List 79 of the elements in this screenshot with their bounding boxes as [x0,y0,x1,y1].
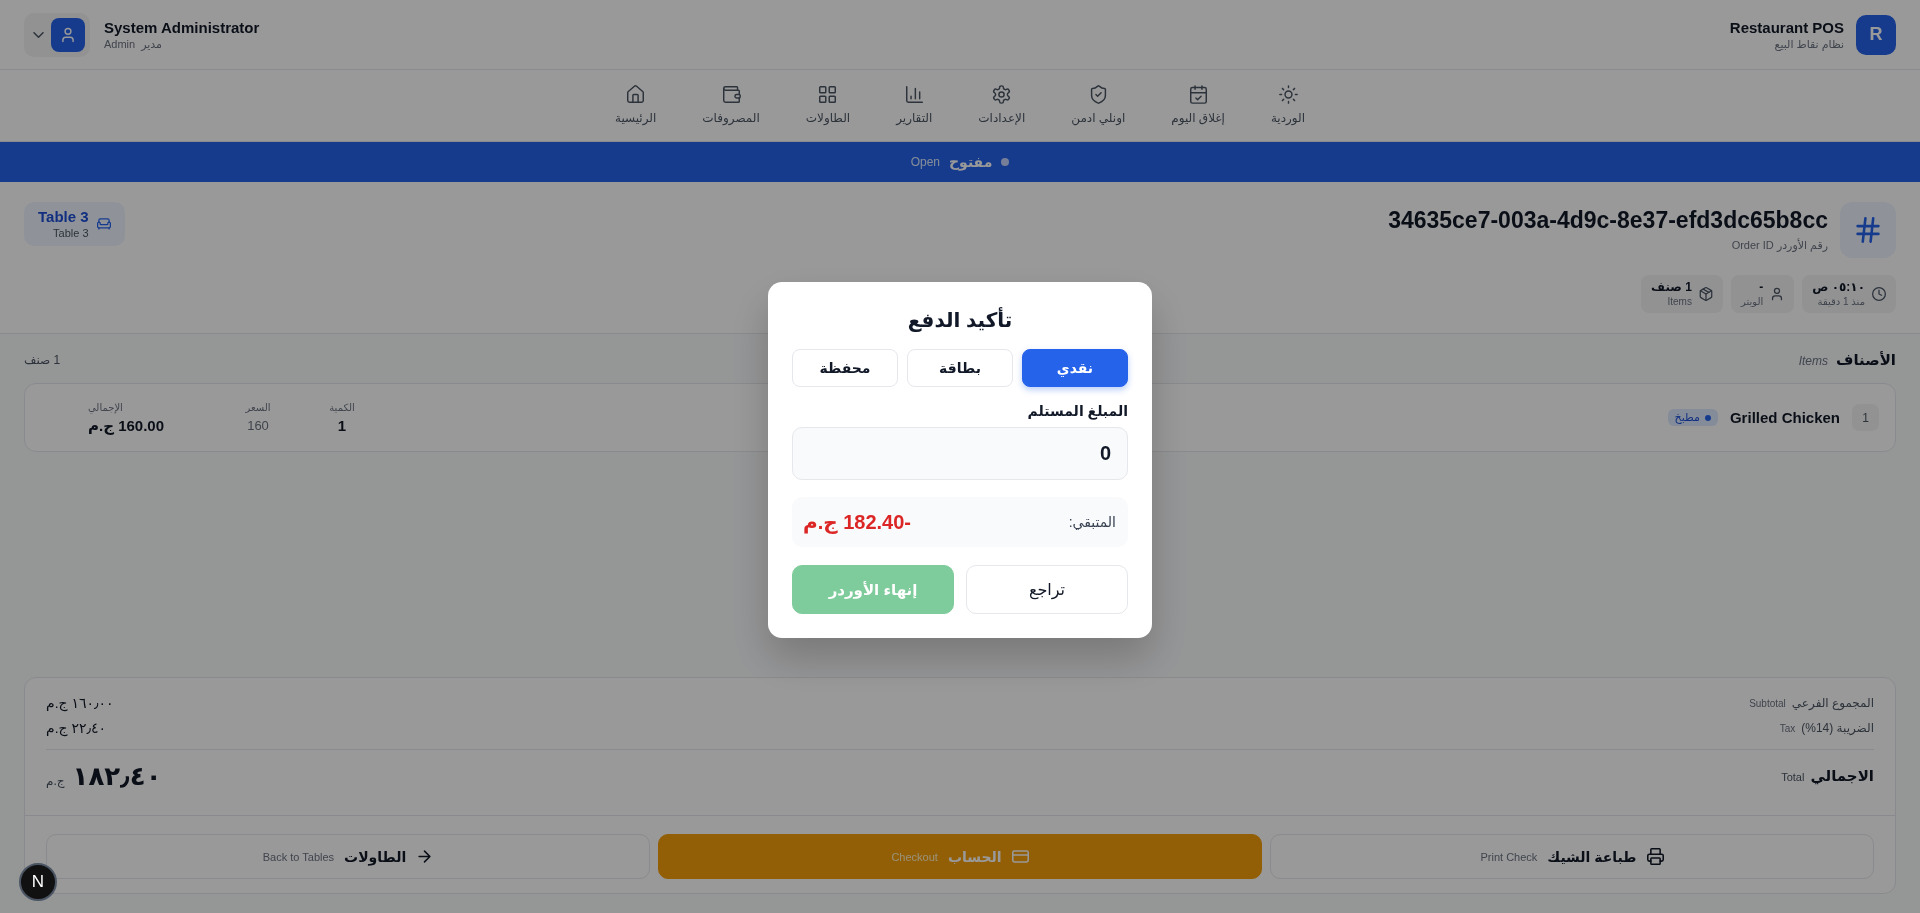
nav-item[interactable]: المصروفات [686,79,776,132]
item-number-badge: 1 [1852,404,1879,431]
app-subtitle: نظام نقاط البيع [1773,36,1844,52]
item-total-value: 160.00 ج.م [88,416,165,435]
chip-caption: Items [1666,295,1692,308]
total-amount: ١٨٢٫٤٠ [72,760,162,792]
summary-label-english: Tax [1779,722,1796,734]
status-label-english: Open [910,155,940,169]
summary-label: المجموع الفرعي [1791,695,1874,710]
clock-icon [1872,287,1886,301]
user-icon [1770,287,1785,301]
settings-icon [992,85,1012,104]
cancel-button[interactable]: تراجع [966,565,1128,614]
credit-card-icon [1011,848,1029,865]
status-label: مفتوح [949,154,993,170]
summary-label: الضريبة (14%) [1801,720,1874,735]
quantity-value: 1 [337,416,347,435]
shield-check-icon [1088,85,1108,104]
sun-icon [1278,85,1298,104]
status-dot-icon [1001,158,1010,166]
grid-icon [818,85,838,104]
item-total-label: الإجمالي [88,400,123,414]
nav-item[interactable]: الإعدادات [962,79,1042,132]
nav-item[interactable]: الرئيسية [598,79,673,132]
printer-icon [1646,848,1664,865]
dev-tools-button[interactable]: N [19,863,57,901]
payment-method-button[interactable]: بطاقة [907,349,1013,387]
order-id: 34635ce7-003a-4d9c-8e37-efd3dc65b8cc [1388,206,1828,234]
total-label: الاجمالي [1810,767,1874,785]
total-label-english: Total [1781,771,1805,783]
wallet-icon [721,85,741,104]
summary-amount: ١٦٠٫٠٠ ج.م [46,694,114,711]
amount-input[interactable]: 0 [792,427,1128,480]
payment-method-button[interactable]: نقدي [1022,349,1128,387]
arrow-right-icon [416,848,434,865]
calendar-check-icon [1188,85,1208,104]
item-name: Grilled Chicken [1729,409,1840,426]
price-value: 160 [247,416,269,435]
table-subtitle: Table 3 [52,226,89,240]
total-currency: ج.م [46,773,65,788]
user-menu-button[interactable] [24,12,90,57]
sofa-icon [96,218,111,230]
nav-item[interactable]: الطاولات [789,79,867,132]
summary-label-english: Subtotal [1749,697,1786,709]
chip-value: ٠٥:١٠ ص [1812,280,1865,295]
items-count: 1 صنف [24,353,61,367]
remaining-amount: -182.40 ج.م [803,510,912,534]
box-icon [1698,287,1713,301]
items-title-english: Items [1798,354,1828,368]
home-icon [626,85,646,104]
station-label: مطبخ [1674,411,1700,424]
remaining-label: المتبقي: [1068,514,1116,530]
nav-item[interactable]: الوردية [1254,79,1322,132]
chevron-down-icon [33,31,44,38]
chip-caption: منذ 1 دقيقة [1816,295,1865,308]
quantity-label: الكمية [329,400,355,414]
bar-chart-icon [904,85,924,104]
amount-label: المبلغ المستلم [1026,402,1128,421]
price-label: السعر [245,400,271,414]
dialog-title: تأكيد الدفع [906,306,1014,334]
items-title: الأصناف [1836,351,1896,369]
nav-item[interactable]: التقارير [880,79,949,132]
nav-item[interactable]: إغلاق اليوم [1155,79,1241,132]
app-logo: R [1856,14,1896,55]
user-name: System Administrator [104,17,260,37]
user-avatar-icon [51,17,85,52]
user-role: مدير [141,36,162,52]
order-id-label: رقم الأوردر Order ID [1730,237,1828,253]
chip-value: - [1758,280,1764,295]
chip-caption: الويتر [1740,295,1764,308]
hash-icon [1840,202,1896,258]
table-name: Table 3 [38,208,89,226]
chip-value: 1 صنف [1651,280,1692,295]
summary-amount: ٢٢٫٤٠ ج.م [46,719,107,736]
tag-dot-icon [1704,414,1711,421]
app-name: Restaurant POS [1729,17,1844,37]
nav-item[interactable]: اونلي ادمن [1055,79,1142,132]
user-role-english: Admin [104,36,136,52]
payment-method-button[interactable]: محفظة [792,349,898,387]
